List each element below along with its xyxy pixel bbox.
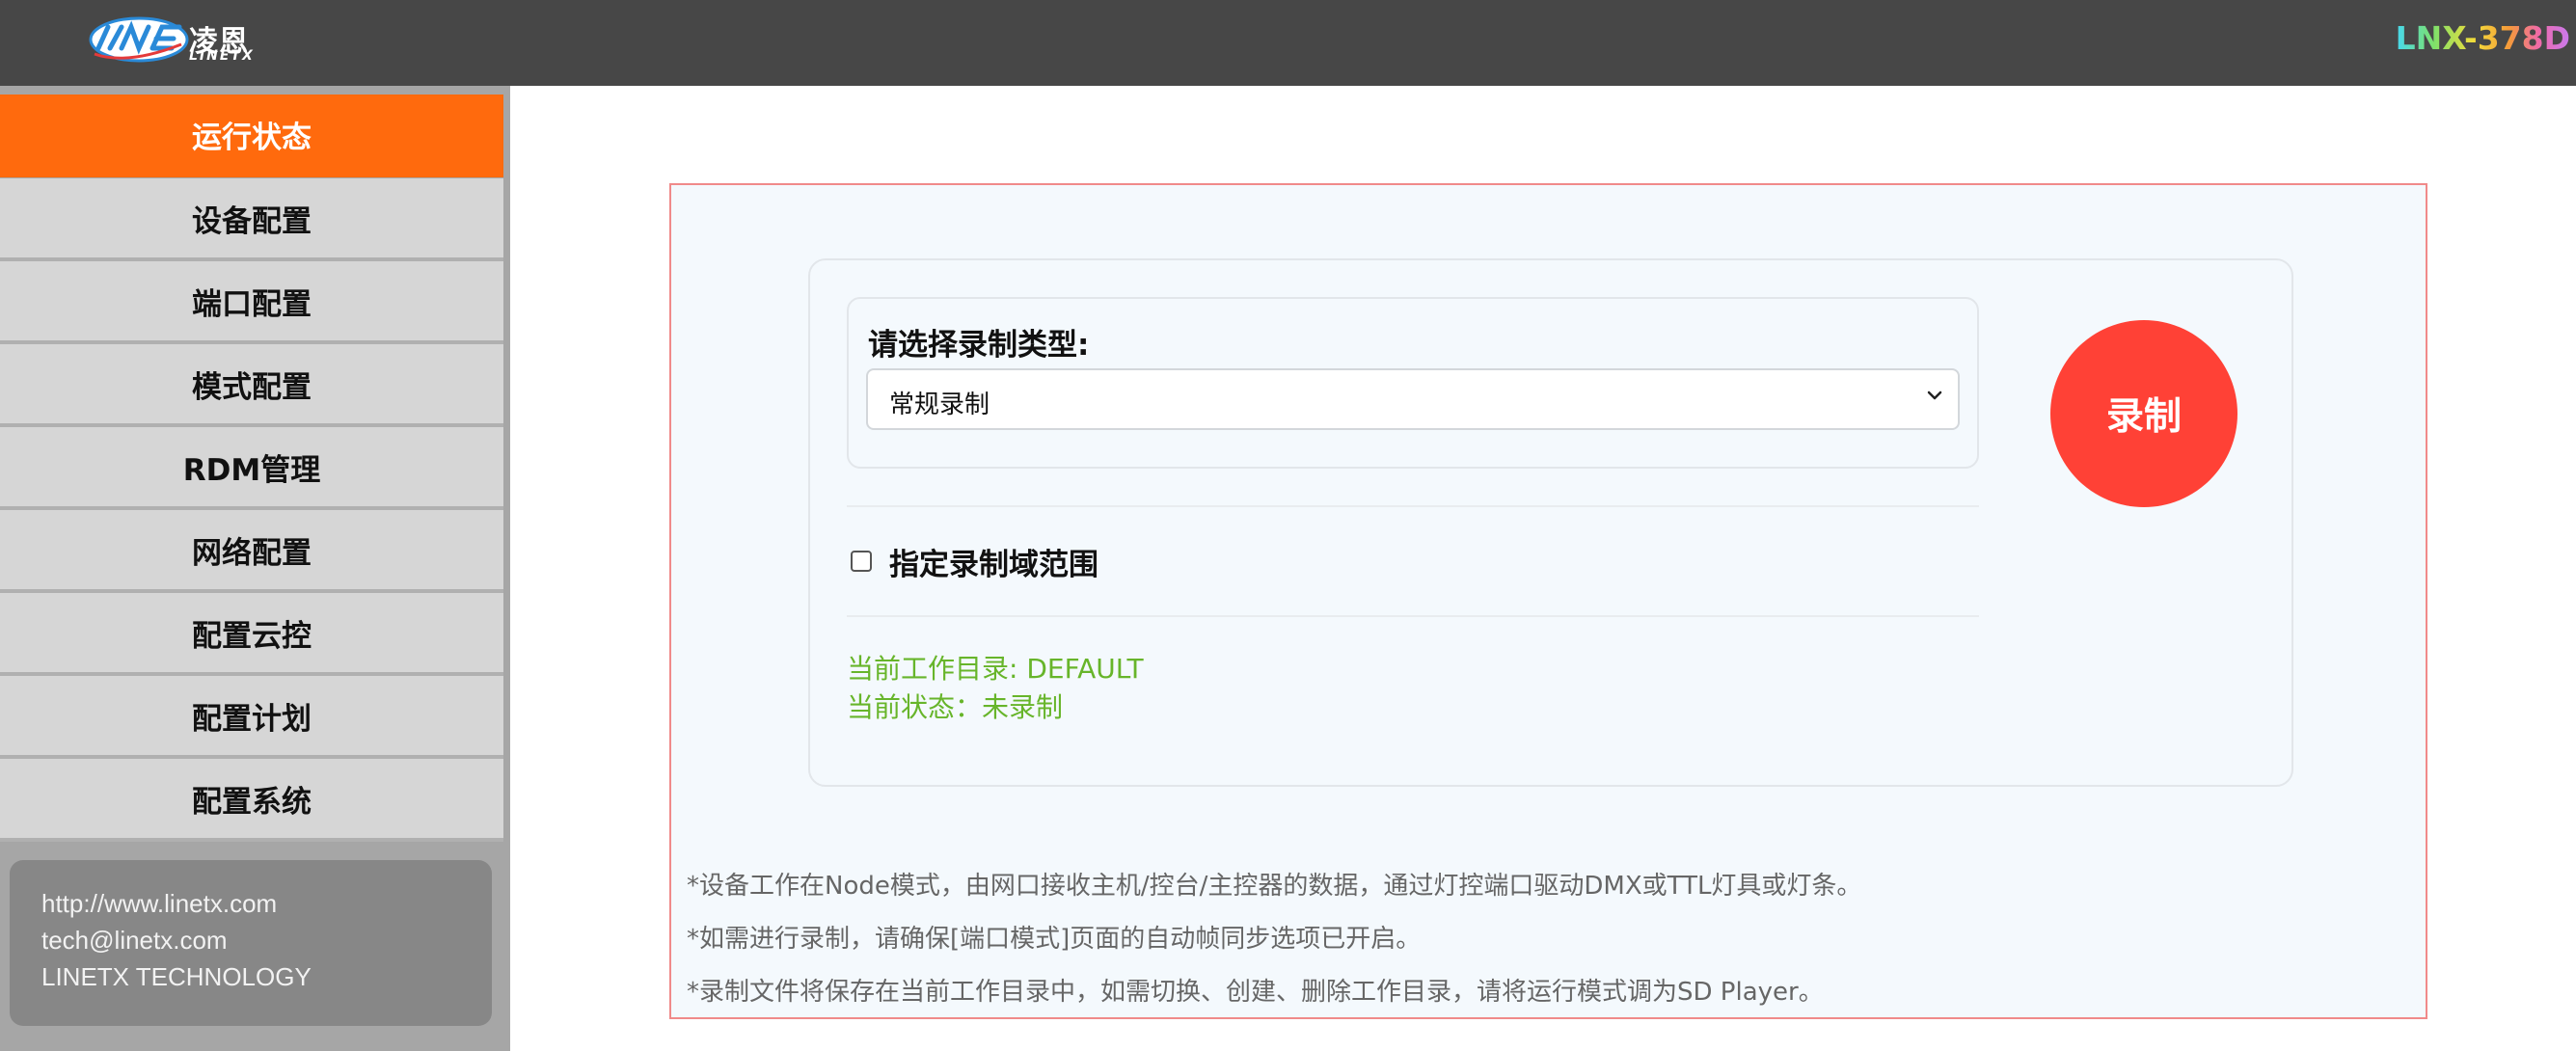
record-type-value: 常规录制 (889, 391, 990, 419)
sidebar-item-system[interactable]: 配置系统 (0, 759, 503, 842)
logo-english-text: LINETX (189, 48, 255, 64)
top-header: 凌恩 LINETX LNX-378D (0, 0, 2576, 86)
linetx-logo-icon (89, 16, 189, 63)
note-node-mode: *设备工作在Node模式，由网口接收主机/控台/主控器的数据，通过灯控端口驱动D… (687, 872, 1862, 901)
range-checkbox[interactable] (851, 551, 872, 572)
sidebar-item-rdm[interactable]: RDM管理 (0, 427, 503, 510)
note-frame-sync: *如需进行录制，请确保[端口模式]页面的自动帧同步选项已开启。 (687, 925, 1422, 954)
record-button[interactable]: 录制 (2050, 320, 2237, 507)
range-checkbox-label[interactable]: 指定录制域范围 (889, 540, 1098, 583)
record-type-group: 请选择录制类型: 常规录制 (847, 297, 1979, 469)
note-record-files: *录制文件将保存在当前工作目录中，如需切换、创建、删除工作目录，请将运行模式调为… (687, 978, 1824, 1007)
device-model: LNX-378D (2395, 19, 2570, 57)
record-type-label: 请选择录制类型: (868, 328, 1090, 363)
sidebar-item-run-status[interactable]: 运行状态 (0, 94, 503, 177)
divider (847, 505, 1979, 507)
record-type-select[interactable]: 常规录制 (866, 368, 1960, 430)
sidebar-item-mode-config[interactable]: 模式配置 (0, 344, 503, 427)
main-panel: 请选择录制类型: 常规录制 录制 指定录制域范围 当前工作目录: DEFAULT… (669, 183, 2427, 1019)
sidebar-item-cloud-control[interactable]: 配置云控 (0, 593, 503, 676)
sidebar: 运行状态 设备配置 端口配置 模式配置 RDM管理 网络配置 配置云控 配置计划… (0, 86, 510, 1051)
range-checkbox-row: 指定录制域范围 (851, 540, 1098, 583)
sidebar-item-port-config[interactable]: 端口配置 (0, 261, 503, 344)
current-directory: 当前工作目录: DEFAULT (847, 653, 1144, 685)
sidebar-item-schedule[interactable]: 配置计划 (0, 676, 503, 759)
email-link[interactable]: tech@linetx.com (41, 926, 228, 956)
divider (847, 615, 1979, 617)
current-status: 当前状态：未录制 (847, 691, 1064, 723)
chevron-down-icon (1927, 391, 1942, 400)
brand-logo[interactable]: 凌恩 LINETX (89, 15, 253, 66)
sidebar-item-device-config[interactable]: 设备配置 (0, 178, 503, 261)
contact-info-box: http://www.linetx.com tech@linetx.com LI… (10, 860, 492, 1026)
record-card: 请选择录制类型: 常规录制 录制 指定录制域范围 当前工作目录: DEFAULT… (808, 258, 2293, 787)
sidebar-item-network-config[interactable]: 网络配置 (0, 510, 503, 593)
website-link[interactable]: http://www.linetx.com (41, 889, 277, 919)
company-name: LINETX TECHNOLOGY (41, 962, 312, 991)
